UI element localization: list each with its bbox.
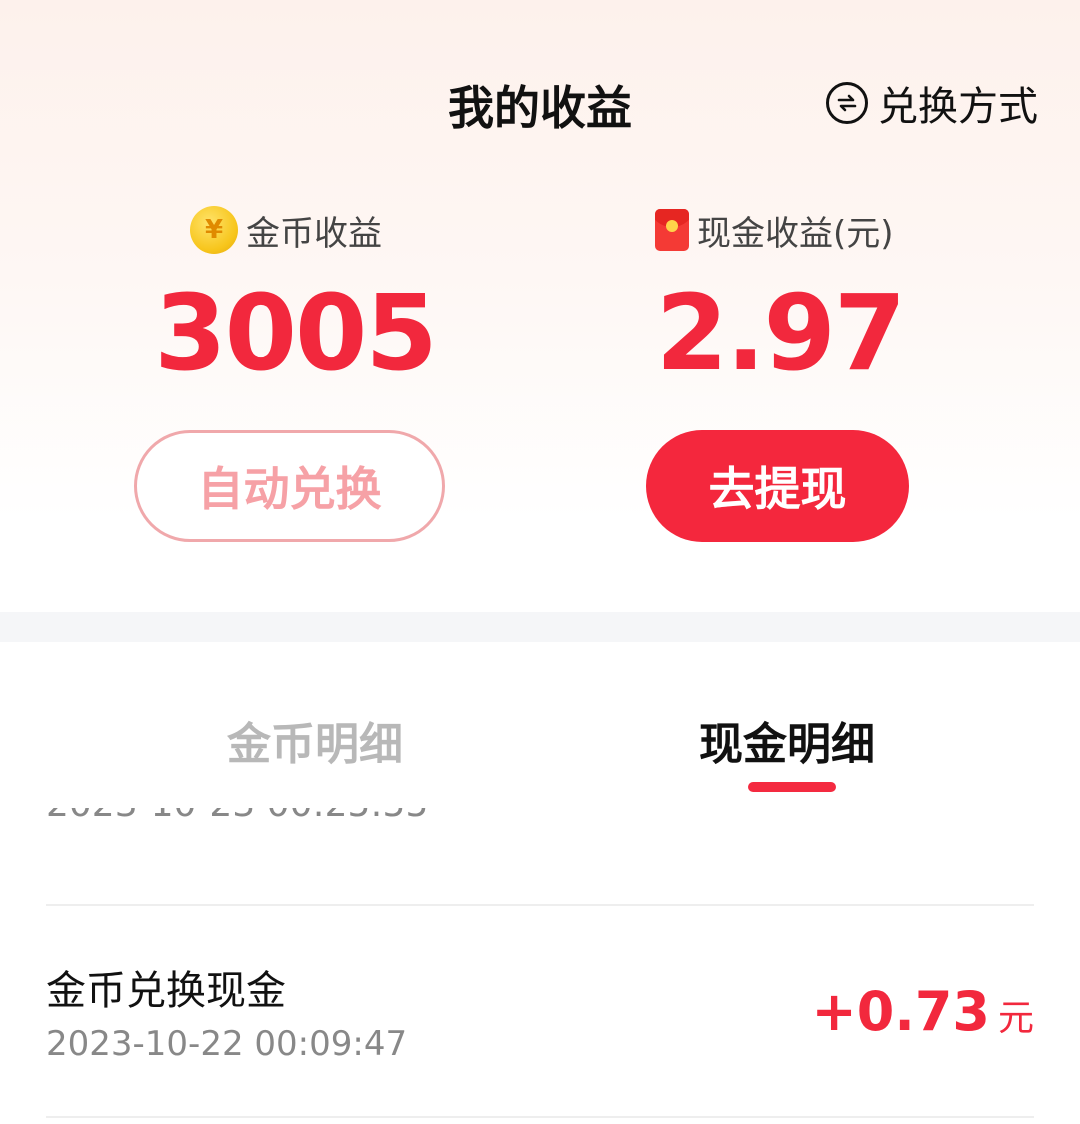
cash-earnings-label: 现金收益(元) (697, 213, 894, 254)
cash-earnings-label-group: 现金收益(元) (655, 205, 894, 255)
record-amount-value: +0.73 (811, 980, 990, 1043)
coin-earnings-value: 3005 (154, 272, 437, 394)
list-divider (46, 904, 1034, 906)
coin-earnings-label: 金币收益 (246, 213, 382, 254)
red-envelope-icon (655, 209, 689, 251)
cash-earnings-value: 2.97 (655, 272, 907, 394)
gold-coin-icon: ¥ (190, 206, 238, 254)
auto-exchange-button[interactable]: 自动兑换 (134, 430, 445, 542)
tab-coin-details[interactable]: 金币明细 (227, 708, 403, 772)
record-title: 金币兑换现金 (46, 968, 286, 1014)
active-tab-indicator (748, 782, 836, 792)
section-divider (0, 612, 1080, 642)
list-item[interactable]: 2023-10-23 00:25:55 (46, 808, 1036, 846)
coin-earnings-label-group: ¥ 金币收益 (190, 205, 382, 255)
exchange-method-button[interactable]: 兑换方式 (826, 78, 1038, 130)
record-time: 2023-10-22 00:09:47 (46, 1024, 408, 1064)
swap-circle-icon (826, 82, 868, 124)
record-time: 2023-10-23 00:25:55 (46, 808, 428, 825)
record-amount-unit: 元 (997, 998, 1034, 1039)
list-divider (46, 1116, 1034, 1118)
exchange-method-label: 兑换方式 (878, 84, 1038, 130)
record-amount: +0.73 元 (812, 980, 1035, 1043)
withdraw-button[interactable]: 去提现 (646, 430, 909, 542)
tab-cash-details[interactable]: 现金明细 (699, 708, 875, 772)
